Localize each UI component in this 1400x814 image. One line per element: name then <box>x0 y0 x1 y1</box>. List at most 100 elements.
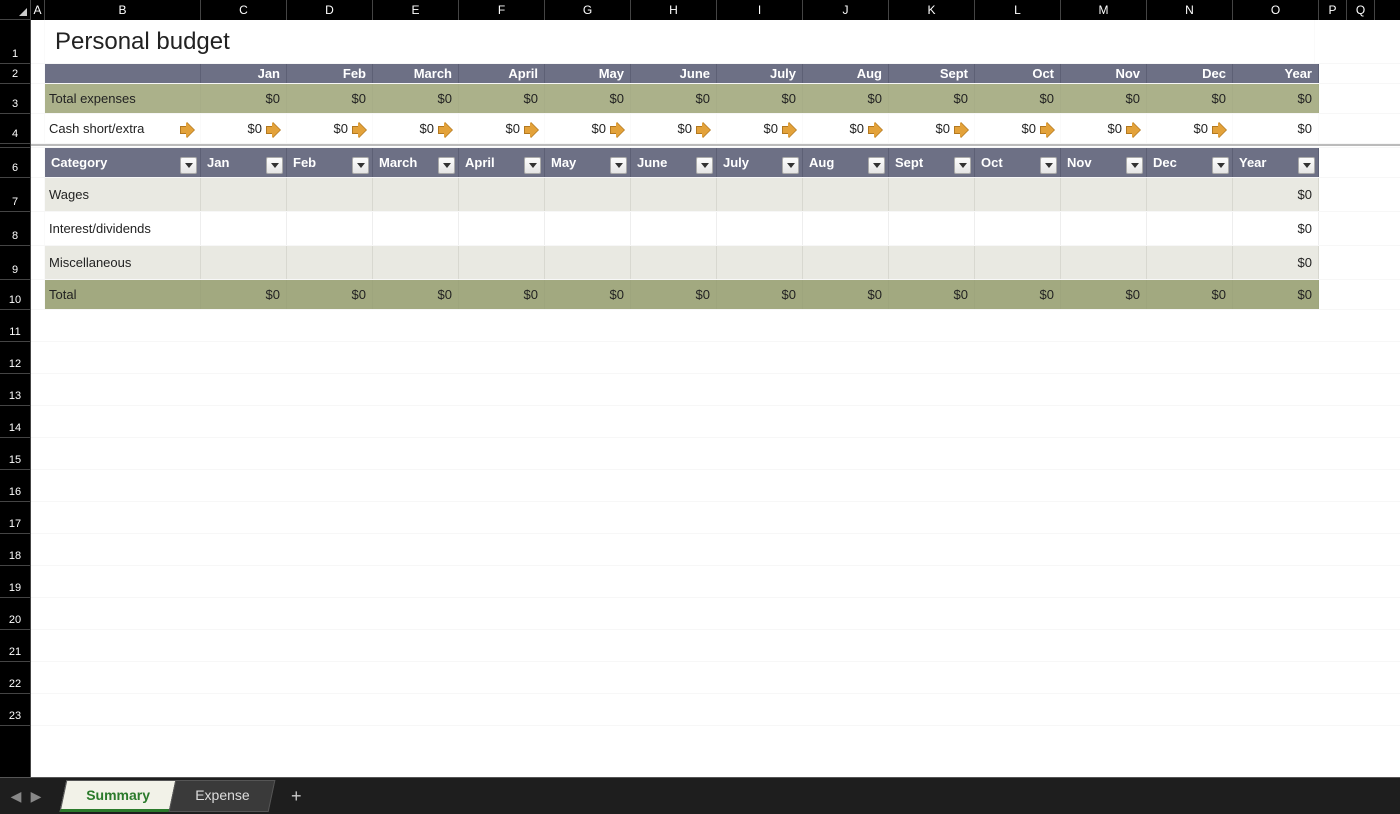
row-header-10[interactable]: 10 <box>0 280 30 310</box>
month-header-aug[interactable]: Aug <box>803 64 889 83</box>
cash-short-extra-may[interactable]: $0 <box>545 114 631 143</box>
cash-short-extra-march[interactable]: $0 <box>373 114 459 143</box>
cell-A3[interactable] <box>31 84 45 113</box>
cell-A[interactable] <box>31 246 45 279</box>
total-expenses-sept[interactable]: $0 <box>889 84 975 113</box>
month-header-may[interactable]: May <box>545 64 631 83</box>
total-may[interactable]: $0 <box>545 280 631 309</box>
filter-header-oct[interactable]: Oct <box>975 148 1061 177</box>
category-cell[interactable]: $0 <box>1233 246 1319 279</box>
row-header-3[interactable]: 3 <box>0 84 30 114</box>
row-header-19[interactable]: 19 <box>0 566 30 598</box>
row-header-9[interactable]: 9 <box>0 246 30 280</box>
empty-row[interactable] <box>31 630 1400 662</box>
month-header-oct[interactable]: Oct <box>975 64 1061 83</box>
cell-A2[interactable] <box>31 64 45 83</box>
filter-dropdown-icon[interactable] <box>868 157 885 174</box>
total-sept[interactable]: $0 <box>889 280 975 309</box>
empty-row[interactable] <box>31 502 1400 534</box>
col-header-B[interactable]: B <box>45 0 201 20</box>
empty-row[interactable] <box>31 566 1400 598</box>
month-header-april[interactable]: April <box>459 64 545 83</box>
empty-row[interactable] <box>31 342 1400 374</box>
cash-short-extra-jan[interactable]: $0 <box>201 114 287 143</box>
month-header-sept[interactable]: Sept <box>889 64 975 83</box>
filter-dropdown-icon[interactable] <box>610 157 627 174</box>
row-header-4[interactable]: 4 <box>0 114 30 144</box>
category-cell[interactable] <box>459 246 545 279</box>
total-expenses-year[interactable]: $0 <box>1233 84 1319 113</box>
total-year[interactable]: $0 <box>1233 280 1319 309</box>
category-cell[interactable] <box>717 212 803 245</box>
month-header-nov[interactable]: Nov <box>1061 64 1147 83</box>
filter-dropdown-icon[interactable] <box>1126 157 1143 174</box>
cash-short-extra-april[interactable]: $0 <box>459 114 545 143</box>
category-cell[interactable] <box>545 212 631 245</box>
col-header-C[interactable]: C <box>201 0 287 20</box>
header-blank[interactable] <box>45 64 201 83</box>
category-cell[interactable] <box>373 178 459 211</box>
category-cell[interactable] <box>373 246 459 279</box>
filter-dropdown-icon[interactable] <box>954 157 971 174</box>
category-cell[interactable] <box>201 212 287 245</box>
filter-dropdown-icon[interactable] <box>1040 157 1057 174</box>
category-cell[interactable] <box>803 212 889 245</box>
total-expenses-july[interactable]: $0 <box>717 84 803 113</box>
cash-short-extra-dec[interactable]: $0 <box>1147 114 1233 143</box>
category-cell[interactable] <box>889 212 975 245</box>
category-cell[interactable] <box>1147 212 1233 245</box>
month-header-july[interactable]: July <box>717 64 803 83</box>
col-header-A[interactable]: A <box>31 0 45 20</box>
total-expenses-april[interactable]: $0 <box>459 84 545 113</box>
category-cell[interactable] <box>975 212 1061 245</box>
category-cell[interactable] <box>373 212 459 245</box>
category-name[interactable]: Wages <box>45 178 201 211</box>
col-header-K[interactable]: K <box>889 0 975 20</box>
category-cell[interactable] <box>889 246 975 279</box>
category-cell[interactable] <box>889 178 975 211</box>
category-cell[interactable] <box>1061 212 1147 245</box>
page-title[interactable]: Personal budget <box>45 20 1315 63</box>
cash-short-extra-july[interactable]: $0 <box>717 114 803 143</box>
total-july[interactable]: $0 <box>717 280 803 309</box>
total-oct[interactable]: $0 <box>975 280 1061 309</box>
cash-short-extra-label-cell[interactable]: Cash short/extra <box>45 114 201 143</box>
cash-short-extra-sept[interactable]: $0 <box>889 114 975 143</box>
category-cell[interactable]: $0 <box>1233 212 1319 245</box>
empty-row[interactable] <box>31 534 1400 566</box>
category-cell[interactable] <box>287 212 373 245</box>
total-expenses-dec[interactable]: $0 <box>1147 84 1233 113</box>
row-header-17[interactable]: 17 <box>0 502 30 534</box>
grid-area[interactable]: Personal budget JanFebMarchAprilMayJuneJ… <box>31 20 1400 777</box>
filter-dropdown-icon[interactable] <box>180 157 197 174</box>
tab-nav-prev-icon[interactable]: ◀ <box>6 788 26 805</box>
select-all-corner[interactable] <box>0 0 31 20</box>
empty-row[interactable] <box>31 662 1400 694</box>
category-cell[interactable] <box>975 178 1061 211</box>
row-header-8[interactable]: 8 <box>0 212 30 246</box>
empty-row[interactable] <box>31 694 1400 726</box>
row-header-21[interactable]: 21 <box>0 630 30 662</box>
category-cell[interactable]: $0 <box>1233 178 1319 211</box>
row-header-7[interactable]: 7 <box>0 178 30 212</box>
row-header-18[interactable]: 18 <box>0 534 30 566</box>
category-cell[interactable] <box>201 178 287 211</box>
category-cell[interactable] <box>201 246 287 279</box>
total-expenses-jan[interactable]: $0 <box>201 84 287 113</box>
row-header-23[interactable]: 23 <box>0 694 30 726</box>
row-header-14[interactable]: 14 <box>0 406 30 438</box>
category-cell[interactable] <box>975 246 1061 279</box>
total-aug[interactable]: $0 <box>803 280 889 309</box>
col-header-J[interactable]: J <box>803 0 889 20</box>
filter-header-feb[interactable]: Feb <box>287 148 373 177</box>
col-header-Q[interactable]: Q <box>1347 0 1375 20</box>
filter-header-jan[interactable]: Jan <box>201 148 287 177</box>
row-header-16[interactable]: 16 <box>0 470 30 502</box>
col-header-H[interactable]: H <box>631 0 717 20</box>
cell-A[interactable] <box>31 178 45 211</box>
filter-header-july[interactable]: July <box>717 148 803 177</box>
filter-header-aug[interactable]: Aug <box>803 148 889 177</box>
category-cell[interactable] <box>545 246 631 279</box>
col-header-G[interactable]: G <box>545 0 631 20</box>
month-header-march[interactable]: March <box>373 64 459 83</box>
